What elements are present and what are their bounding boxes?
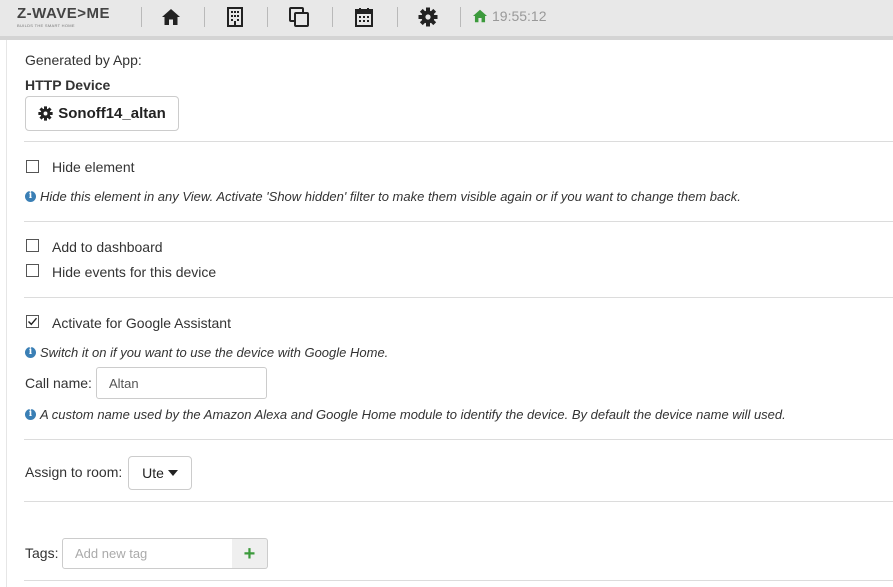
hide-element-label: Hide element — [52, 159, 135, 175]
top-bar: Z-WAVE>ME BUILDS THE SMART HOME 19:55:12 — [0, 0, 893, 40]
divider — [24, 580, 893, 581]
generated-by-label: Generated by App: — [25, 52, 142, 68]
nav-divider — [332, 7, 333, 27]
google-assistant-label: Activate for Google Assistant — [52, 315, 231, 331]
calendar-icon[interactable] — [353, 6, 375, 28]
app-instance-label: Sonoff14_altan — [58, 105, 166, 122]
add-tag-button[interactable]: + — [232, 538, 268, 569]
divider — [24, 221, 893, 222]
hide-element-checkbox[interactable] — [26, 160, 39, 173]
nav-divider — [397, 7, 398, 27]
info-icon: i — [25, 409, 36, 420]
hide-element-hint: i Hide this element in any View. Activat… — [25, 189, 741, 204]
logo-tagline: BUILDS THE SMART HOME — [17, 23, 75, 28]
room-select-value: Ute — [142, 465, 164, 481]
divider — [24, 501, 893, 502]
call-name-input[interactable] — [96, 367, 267, 399]
divider — [24, 439, 893, 440]
home-icon[interactable] — [160, 6, 182, 28]
info-icon: i — [25, 347, 36, 358]
call-name-hint: i A custom name used by the Amazon Alexa… — [25, 407, 786, 422]
hide-events-label: Hide events for this device — [52, 264, 217, 280]
add-to-dashboard-label: Add to dashboard — [52, 239, 163, 255]
hide-events-checkbox[interactable] — [26, 264, 39, 277]
divider — [24, 297, 893, 298]
google-hint: i Switch it on if you want to use the de… — [25, 345, 388, 360]
tags-label: Tags: — [25, 545, 59, 561]
nav-divider — [204, 7, 205, 27]
clock: 19:55:12 — [472, 8, 547, 24]
google-assistant-checkbox[interactable] — [26, 315, 39, 328]
nav-divider — [267, 7, 268, 27]
app-name: HTTP Device — [25, 77, 111, 93]
tag-input[interactable] — [62, 538, 233, 569]
assign-room-label: Assign to room: — [25, 464, 123, 480]
nav-divider — [460, 7, 461, 27]
caret-down-icon — [167, 470, 178, 476]
hide-element-hint-text: Hide this element in any View. Activate … — [40, 189, 741, 204]
gear-icon — [38, 106, 53, 121]
add-to-dashboard-checkbox[interactable] — [26, 239, 39, 252]
copy-icon[interactable] — [288, 6, 310, 28]
call-name-label: Call name: — [25, 375, 92, 391]
nav-divider — [141, 7, 142, 27]
checkmark-icon — [28, 317, 38, 326]
logo-text: Z-WAVE>ME — [17, 5, 110, 22]
google-hint-text: Switch it on if you want to use the devi… — [40, 345, 389, 360]
home-icon — [473, 9, 487, 23]
call-name-hint-text: A custom name used by the Amazon Alexa a… — [40, 407, 786, 422]
brand-logo[interactable]: Z-WAVE>ME BUILDS THE SMART HOME — [17, 5, 110, 29]
content-border — [6, 40, 7, 587]
info-icon: i — [25, 191, 36, 202]
divider — [24, 141, 893, 142]
app-instance-button[interactable]: Sonoff14_altan — [25, 96, 179, 131]
plus-icon: + — [243, 542, 256, 565]
gear-icon[interactable] — [417, 6, 439, 28]
building-icon[interactable] — [224, 6, 246, 28]
room-select[interactable]: Ute — [128, 456, 192, 490]
clock-time: 19:55:12 — [492, 8, 547, 24]
